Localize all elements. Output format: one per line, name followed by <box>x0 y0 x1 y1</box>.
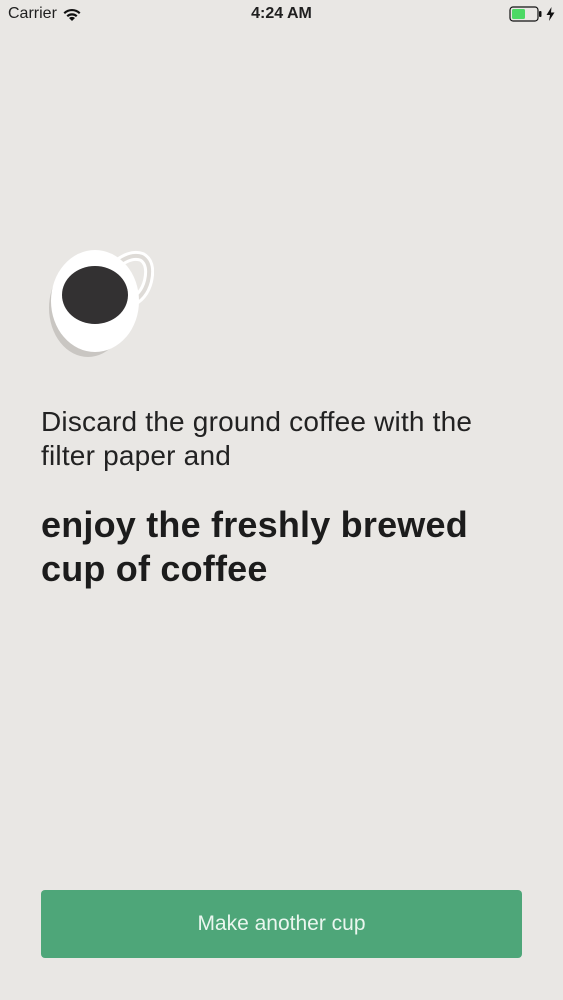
battery-group <box>509 6 555 22</box>
instruction-text: Discard the ground coffee with the filte… <box>41 406 473 471</box>
status-bar: Carrier 4:24 AM <box>0 0 563 30</box>
coffee-cup-icon <box>49 250 154 357</box>
status-time: 4:24 AM <box>251 5 312 22</box>
charging-bolt-icon <box>546 7 555 21</box>
battery-icon <box>509 6 542 22</box>
emphasis-text: enjoy the freshly brewed cup of coffee <box>41 504 468 589</box>
make-another-cup-button[interactable]: Make another cup <box>41 890 522 958</box>
